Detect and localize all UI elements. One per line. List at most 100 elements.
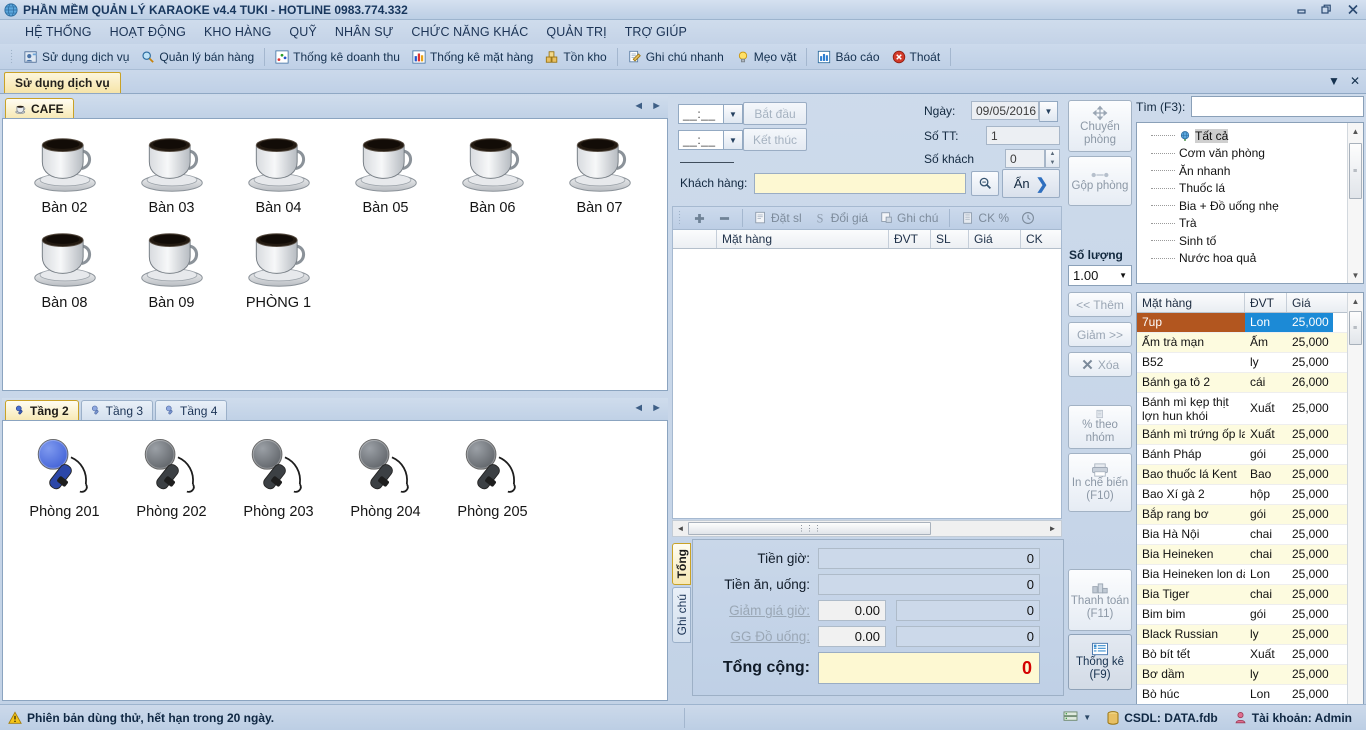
move-room-button[interactable]: Chuyển phòng	[1068, 100, 1132, 152]
quantity-input[interactable]: 1.00 ▼	[1068, 265, 1132, 286]
table-row[interactable]: Ấm trà mạn Ấm 25,000	[1137, 333, 1363, 353]
scroll-down-arrow[interactable]: ▼	[1348, 267, 1364, 283]
tree-item[interactable]: Bia + Đồ uống nhẹ	[1137, 197, 1363, 215]
table-row[interactable]: Bánh mì trứng ốp la Xuất 25,000	[1137, 425, 1363, 445]
tree-item[interactable]: Trà	[1137, 215, 1363, 233]
room-item[interactable]: Phòng 204	[332, 429, 439, 526]
catalog-tree-scrollbar[interactable]: ▲ ≡ ▼	[1347, 123, 1363, 283]
menu-item-he-thong[interactable]: HỆ THỐNG	[16, 23, 101, 41]
time-end-input[interactable]: __:__	[678, 130, 724, 150]
tree-item[interactable]: Thuốc lá	[1137, 180, 1363, 198]
table-row[interactable]: Bò bít tết Xuất 25,000	[1137, 645, 1363, 665]
tab-tong[interactable]: Tổng	[672, 543, 691, 585]
tab-tang-2[interactable]: Tầng 2	[5, 400, 79, 420]
customer-search-button[interactable]	[971, 171, 999, 196]
scroll-thumb[interactable]: ≡	[1349, 143, 1362, 199]
menu-item-kho-hang[interactable]: KHO HÀNG	[195, 23, 280, 41]
customer-input[interactable]	[754, 173, 966, 194]
date-input[interactable]: 09/05/2016	[971, 101, 1039, 120]
toolbar-su-dung-dich-vu[interactable]: Sử dụng dịch vụ	[18, 48, 135, 66]
table-row[interactable]: 7up Lon 25,000	[1137, 313, 1363, 333]
scroll-up-arrow[interactable]: ▲	[1348, 123, 1364, 139]
table-row[interactable]: Bánh mì kẹp thịt lợn hun khói Xuất 25,00…	[1137, 393, 1363, 425]
table-row[interactable]: Bánh Pháp gói 25,000	[1137, 445, 1363, 465]
order-col-gia[interactable]: Giá	[969, 230, 1021, 248]
hscroll-left-arrow[interactable]: ◄	[673, 524, 688, 533]
room-item[interactable]: Bàn 06	[439, 127, 546, 222]
tree-item[interactable]: Ăn nhanh	[1137, 162, 1363, 180]
order-hscrollbar[interactable]: ◄ ⋮⋮⋮ ►	[672, 520, 1062, 537]
order-ghi-chu-button[interactable]: Ghi chú	[875, 209, 943, 227]
toolbar-thong-ke-doanh-thu[interactable]: Thống kê doanh thu	[269, 48, 406, 66]
catalog-search-input[interactable]	[1191, 96, 1364, 117]
room-item[interactable]: Bàn 08	[11, 222, 118, 317]
stats-button[interactable]: Thống kê (F9)	[1068, 634, 1132, 690]
end-button[interactable]: Kết thúc	[743, 128, 807, 151]
restore-button[interactable]	[1314, 1, 1340, 19]
toolbar-ghi-chu-nhanh[interactable]: Ghi chú nhanh	[622, 48, 730, 66]
close-icon[interactable]: ✕	[1350, 74, 1360, 88]
order-col-mat-hang[interactable]: Mặt hàng	[717, 230, 889, 248]
tab-tang-4[interactable]: Tầng 4	[155, 400, 227, 420]
chevron-down-icon[interactable]: ▼	[1083, 713, 1091, 722]
room-item[interactable]: Bàn 04	[225, 127, 332, 222]
hide-button[interactable]: Ẩn ❯	[1002, 169, 1060, 198]
toolbar-thoat[interactable]: Thoát	[886, 48, 947, 66]
catalog-col-gia[interactable]: Giá	[1287, 293, 1333, 312]
document-tab-su-dung-dich-vu[interactable]: Sử dụng dịch vụ	[4, 72, 121, 93]
chevron-down-icon[interactable]: ▼	[1328, 74, 1340, 88]
toolbar-thong-ke-mat-hang[interactable]: Thống kê mặt hàng	[406, 48, 539, 66]
total-pct[interactable]: 0.00	[818, 600, 886, 621]
order-remove-button[interactable]	[713, 210, 736, 227]
order-ck-button[interactable]: CK %	[956, 209, 1014, 227]
menu-item-chuc-nang-khac[interactable]: CHỨC NĂNG KHÁC	[402, 23, 537, 41]
scroll-track[interactable]: ≡	[1348, 139, 1364, 267]
print-prep-button[interactable]: In chế biến (F10)	[1068, 453, 1132, 512]
scroll-up-arrow[interactable]: ▲	[1348, 293, 1364, 309]
tree-item[interactable]: Cơm văn phòng	[1137, 145, 1363, 163]
catalog-col-mat-hang[interactable]: Mặt hàng	[1137, 293, 1245, 312]
toolbar-meo-vat[interactable]: Mẹo vặt	[730, 48, 803, 66]
stt-input[interactable]: 1	[986, 126, 1060, 145]
toolbar-ton-kho[interactable]: Tồn kho	[539, 48, 612, 66]
tab-cafe[interactable]: CAFE	[5, 98, 74, 118]
hscroll-right-arrow[interactable]: ►	[1045, 524, 1060, 533]
table-row[interactable]: Bia Tiger chai 25,000	[1137, 585, 1363, 605]
table-row[interactable]: Bánh ga tô 2 cái 26,000	[1137, 373, 1363, 393]
room-item[interactable]: Phòng 203	[225, 429, 332, 526]
guests-input[interactable]: 0	[1005, 149, 1045, 168]
menu-item-nhan-su[interactable]: NHÂN SỰ	[326, 23, 403, 41]
table-row[interactable]: Black Russian ly 25,000	[1137, 625, 1363, 645]
catalog-tree[interactable]: Tất cả Cơm văn phòng Ăn nhanh Thuốc lá B…	[1136, 122, 1364, 284]
room-item[interactable]: Bàn 09	[118, 222, 225, 317]
menu-item-hoat-dong[interactable]: HOẠT ĐỘNG	[101, 23, 195, 41]
toolbar-grip[interactable]	[10, 49, 13, 65]
catalog-item-list[interactable]: Mặt hàng ĐVT Giá 7up Lon 25,000Ấm trà mạ…	[1136, 292, 1364, 720]
table-row[interactable]: Bia Heineken chai 25,000	[1137, 545, 1363, 565]
table-row[interactable]: Bò húc Lon 25,000	[1137, 685, 1363, 705]
order-col-ck[interactable]: CK	[1021, 230, 1061, 248]
menu-item-quan-tri[interactable]: QUẢN TRỊ	[537, 23, 615, 41]
time-start-dropdown[interactable]: ▼	[724, 104, 743, 124]
stepper-down-icon[interactable]: ▼	[1046, 159, 1059, 168]
order-col-sl[interactable]: SL	[931, 230, 969, 248]
reduce-item-button[interactable]: Giảm >>	[1068, 322, 1132, 347]
order-clock-button[interactable]	[1016, 209, 1040, 227]
room-item[interactable]: Phòng 205	[439, 429, 546, 526]
table-row[interactable]: B52 ly 25,000	[1137, 353, 1363, 373]
time-end-dropdown[interactable]: ▼	[724, 130, 743, 150]
order-col-dvt[interactable]: ĐVT	[889, 230, 931, 248]
room-item[interactable]: Phòng 202	[118, 429, 225, 526]
guests-stepper[interactable]: ▲ ▼	[1045, 149, 1060, 168]
table-row[interactable]: Bắp rang bơ gói 25,000	[1137, 505, 1363, 525]
order-doi-gia-button[interactable]: S Đổi giá	[809, 209, 873, 227]
minimize-button[interactable]	[1288, 1, 1314, 19]
pct-group-button[interactable]: % theo nhóm	[1068, 405, 1132, 449]
tab-tang-3[interactable]: Tầng 3	[81, 400, 153, 420]
table-row[interactable]: Bim bim gói 25,000	[1137, 605, 1363, 625]
cafe-nav-next[interactable]: ►	[651, 100, 662, 112]
floor-nav-next[interactable]: ►	[651, 402, 662, 414]
merge-room-button[interactable]: Gộp phòng	[1068, 156, 1132, 206]
table-row[interactable]: Bia Hà Nội chai 25,000	[1137, 525, 1363, 545]
table-row[interactable]: Bao Xí gà 2 hộp 25,000	[1137, 485, 1363, 505]
